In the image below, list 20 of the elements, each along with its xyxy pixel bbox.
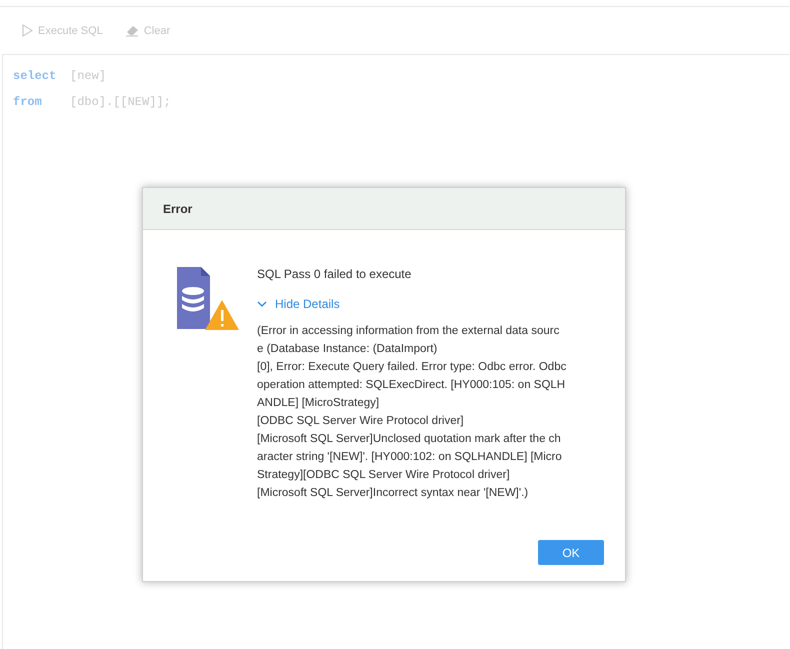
error-detail-text: [Microsoft SQL Server]Incorrect syntax near '[NEW]'.) xyxy=(257,486,530,501)
ok-button[interactable]: OK xyxy=(538,540,604,565)
error-detail-text: operation attempted: SQLExecDirect. [HY000:105: on SQLH xyxy=(257,378,566,393)
error-detail-text: Strategy][ODBC SQL Server Wire Protocol driver] xyxy=(257,468,511,483)
chevron-icon xyxy=(257,300,267,308)
error-detail-text: e (Database Instance: (DataImport) xyxy=(257,342,438,357)
eraser-icon xyxy=(124,24,139,36)
error-detail-text: aracter string '[NEW]'. [HY000:102: on SQLHANDLE] [Micro xyxy=(257,450,563,465)
error-detail-text: (Error in accessing information from the external data sourc xyxy=(257,324,560,339)
error-detail-text: [ODBC SQL Server Wire Protocol driver] xyxy=(257,414,465,429)
error-message: SQL Pass 0 failed to execute xyxy=(257,266,412,282)
database-warning-icon xyxy=(176,267,240,331)
sql-keyword: select xyxy=(13,69,58,85)
hide-details-link[interactable]: Hide Details xyxy=(257,296,566,312)
dialog-title: Error xyxy=(163,202,192,216)
sql-keyword: from xyxy=(13,95,43,111)
error-detail-text: [Microsoft SQL Server]Unclosed quotation mark after the ch xyxy=(257,432,562,447)
play-icon xyxy=(22,24,33,37)
error-detail-text: ANDLE] [MicroStrategy] xyxy=(257,396,380,411)
error-detail-text: [0], Error: Execute Query failed. Error type: Odbc error. Odbc xyxy=(257,360,566,375)
